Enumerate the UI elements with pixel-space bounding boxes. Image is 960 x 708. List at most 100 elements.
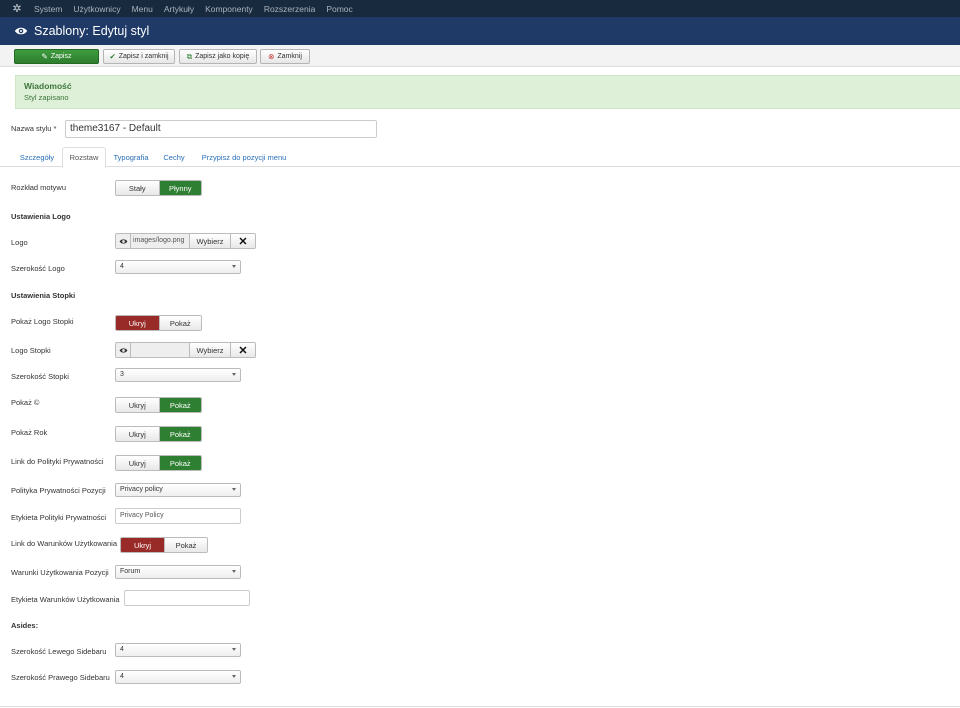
chevron-down-icon (232, 570, 236, 573)
divider (0, 706, 960, 707)
footer-section-heading: Ustawienia Stopki (11, 291, 76, 300)
logo-media-field: images/logo.png Wybierz ✕ (115, 233, 256, 249)
chevron-down-icon (232, 488, 236, 491)
right-sidebar-width-select[interactable]: 4 (115, 670, 241, 684)
edit-icon: ✎ (41, 52, 48, 61)
show-option[interactable]: Pokaż (158, 427, 201, 441)
hide-option[interactable]: Ukryj (116, 456, 159, 470)
logo-width-label: Szerokość Logo (11, 264, 65, 273)
eye-icon[interactable] (116, 234, 131, 248)
eye-icon[interactable] (116, 343, 131, 357)
save-copy-label: Zapisz jako kopię (195, 53, 250, 60)
logo-width-select[interactable]: 4 (115, 260, 241, 274)
style-name-input[interactable]: theme3167 - Default (65, 120, 377, 138)
privacy-position-label: Polityka Prywatności Pozycji (11, 486, 106, 495)
tab-menu-assignment[interactable]: Przypisz do pozycji menu (196, 147, 292, 167)
logo-width-value: 4 (120, 263, 124, 270)
footer-logo-select-button[interactable]: Wybierz (190, 343, 231, 357)
footer-logo-label: Logo Stopki (11, 346, 51, 355)
footer-width-label: Szerokość Stopki (11, 372, 69, 381)
tab-layout[interactable]: Rozstaw (62, 147, 106, 168)
menu-articles[interactable]: Artykuły (164, 4, 194, 14)
page-title: Szablony: Edytuj styl (34, 24, 150, 38)
asides-section-heading: Asides: (11, 621, 39, 630)
show-copyright-label: Pokaż © (11, 398, 40, 407)
chevron-down-icon (232, 648, 236, 651)
show-option[interactable]: Pokaż (158, 456, 201, 470)
terms-position-value: Forum (120, 568, 141, 575)
tab-features[interactable]: Cechy (157, 147, 191, 167)
hide-option[interactable]: Ukryj (116, 398, 159, 412)
show-year-label: Pokaż Rok (11, 428, 48, 437)
right-sidebar-width-label: Szerokość Prawego Sidebaru (11, 673, 110, 682)
terms-tag-input[interactable] (124, 590, 250, 606)
tab-typography[interactable]: Typografia (108, 147, 154, 167)
footer-logo-media-field: Wybierz ✕ (115, 342, 256, 358)
clear-icon[interactable]: ✕ (231, 234, 255, 248)
footer-width-select[interactable]: 3 (115, 368, 241, 382)
success-message: Wiadomość Styl zapisano (15, 75, 960, 109)
terms-position-select[interactable]: Forum (115, 565, 241, 579)
chevron-down-icon (232, 265, 236, 268)
message-text: Styl zapisano (24, 93, 69, 102)
save-copy-button[interactable]: ⧉ Zapisz jako kopię (179, 49, 257, 64)
privacy-tag-label: Etykieta Polityki Prywatności (11, 513, 107, 522)
joomla-logo-icon[interactable]: ✲ (0, 2, 34, 15)
hide-option[interactable]: Ukryj (121, 538, 164, 552)
menu-system[interactable]: System (34, 4, 62, 14)
layout-toggle: Stały Płynny (115, 180, 202, 196)
terms-link-label: Link do Warunków Użytkowania (11, 539, 118, 548)
logo-path-input[interactable]: images/logo.png (131, 234, 190, 248)
clear-icon[interactable]: ✕ (231, 343, 255, 357)
chevron-down-icon (232, 373, 236, 376)
toolbar: ✎ Zapisz ✔ Zapisz i zamknij ⧉ Zapisz jak… (0, 45, 960, 67)
save-close-button[interactable]: ✔ Zapisz i zamknij (103, 49, 175, 64)
close-label: Zamknij (277, 53, 302, 60)
menu-components[interactable]: Komponenty (205, 4, 253, 14)
logo-select-button[interactable]: Wybierz (190, 234, 231, 248)
show-footer-logo-label: Pokaż Logo Stopki (11, 317, 74, 326)
show-option[interactable]: Pokaż (158, 316, 201, 330)
tab-details[interactable]: Szczegóły (12, 147, 62, 167)
layout-fixed-option[interactable]: Stały (116, 181, 159, 195)
show-option[interactable]: Pokaż (158, 398, 201, 412)
check-icon: ✔ (109, 52, 116, 61)
menu-extensions[interactable]: Rozszerzenia (264, 4, 316, 14)
show-footer-logo-toggle: Ukryj Pokaż (115, 315, 202, 331)
page-header: Szablony: Edytuj styl (0, 17, 960, 45)
save-button[interactable]: ✎ Zapisz (14, 49, 99, 64)
eye-icon (14, 27, 28, 35)
privacy-position-select[interactable]: Privacy policy (115, 483, 241, 497)
show-year-toggle: Ukryj Pokaż (115, 426, 202, 442)
show-option[interactable]: Pokaż (163, 538, 207, 552)
logo-section-heading: Ustawienia Logo (11, 212, 71, 221)
right-sidebar-width-value: 4 (120, 673, 124, 680)
tabs: Szczegóły Rozstaw Typografia Cechy Przyp… (0, 147, 960, 168)
footer-width-value: 3 (120, 371, 124, 378)
close-circle-icon: ⊗ (268, 52, 275, 61)
left-sidebar-width-value: 4 (120, 646, 124, 653)
menu-users[interactable]: Użytkownicy (73, 4, 120, 14)
footer-logo-path-input[interactable] (131, 343, 190, 357)
terms-link-toggle: Ukryj Pokaż (120, 537, 208, 553)
hide-option[interactable]: Ukryj (116, 316, 159, 330)
menu-help[interactable]: Pomoc (326, 4, 352, 14)
close-button[interactable]: ⊗ Zamknij (260, 49, 310, 64)
left-sidebar-width-select[interactable]: 4 (115, 643, 241, 657)
copy-icon: ⧉ (186, 51, 193, 61)
layout-fluid-option[interactable]: Płynny (158, 181, 201, 195)
privacy-tag-input[interactable]: Privacy Policy (115, 508, 241, 524)
save-close-label: Zapisz i zamknij (118, 53, 169, 60)
left-sidebar-width-label: Szerokość Lewego Sidebaru (11, 647, 107, 656)
show-copyright-toggle: Ukryj Pokaż (115, 397, 202, 413)
privacy-link-toggle: Ukryj Pokaż (115, 455, 202, 471)
chevron-down-icon (232, 675, 236, 678)
terms-position-label: Warunki Użytkowania Pozycji (11, 568, 109, 577)
layout-label: Rozkład motywu (11, 183, 67, 192)
hide-option[interactable]: Ukryj (116, 427, 159, 441)
terms-tag-label: Etykieta Warunków Użytkowania (11, 595, 120, 604)
message-heading: Wiadomość (24, 81, 72, 91)
save-label: Zapisz (50, 53, 72, 60)
privacy-position-value: Privacy policy (120, 486, 163, 493)
menu-menu[interactable]: Menu (132, 4, 153, 14)
